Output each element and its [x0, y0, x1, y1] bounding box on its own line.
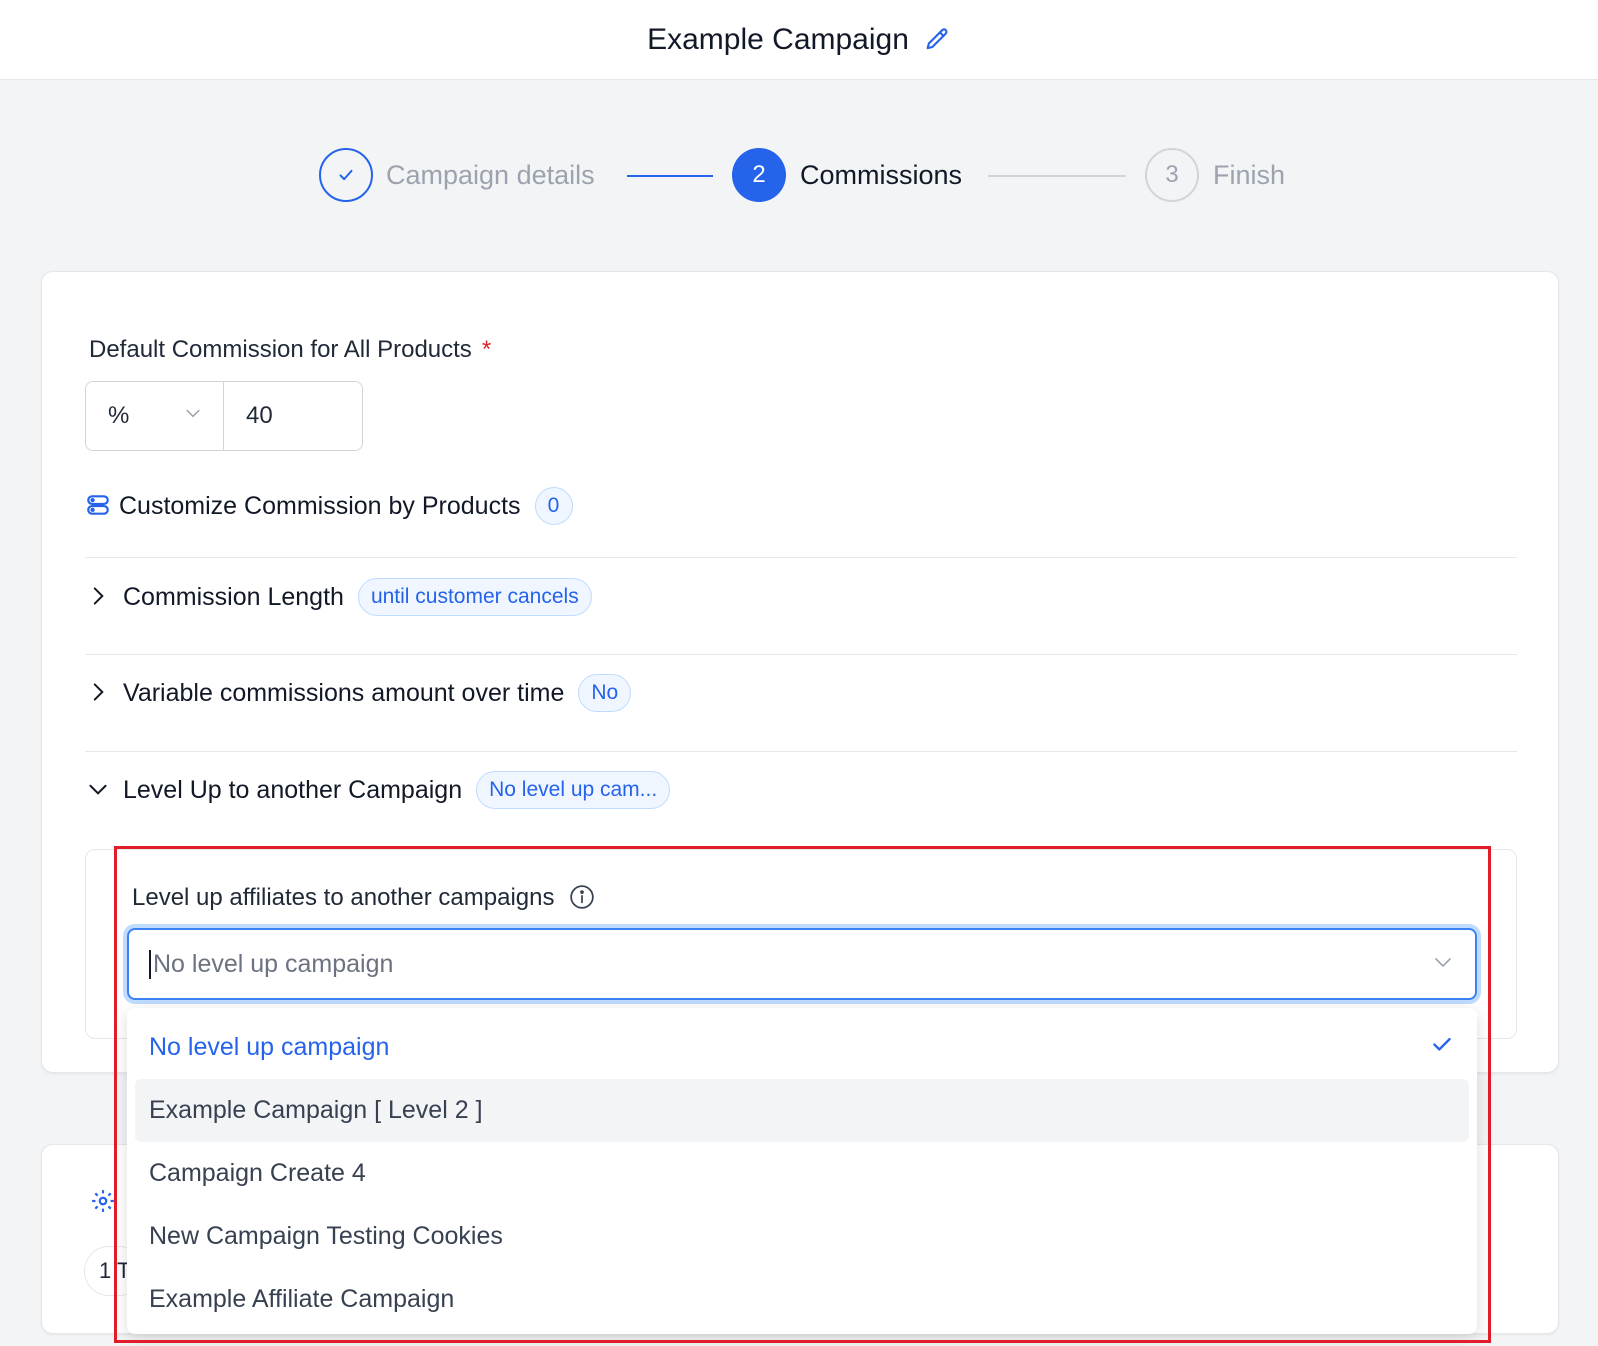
commission-length-label: Commission Length — [123, 582, 344, 611]
chevron-right-icon — [85, 583, 113, 611]
customize-by-products-row[interactable]: Customize Commission by Products 0 — [85, 487, 573, 525]
divider — [85, 751, 1517, 752]
pencil-icon[interactable] — [923, 26, 951, 54]
divider — [85, 557, 1517, 558]
step-2-number[interactable]: 2 — [732, 148, 786, 202]
info-icon[interactable] — [569, 884, 597, 912]
top-bar: Example Campaign — [0, 0, 1598, 80]
dropdown-option[interactable]: Campaign Create 4 — [135, 1142, 1469, 1205]
chevron-down-icon — [183, 402, 203, 430]
default-commission-label: Default Commission for All Products * — [89, 336, 492, 363]
variable-commissions-badge: No — [578, 674, 632, 712]
chevron-down-icon — [85, 776, 113, 804]
dropdown-option[interactable]: No level up campaign — [135, 1016, 1469, 1079]
level-up-row[interactable]: Level Up to another Campaign No level up… — [85, 771, 671, 809]
level-up-label: Level Up to another Campaign — [123, 775, 463, 804]
level-up-dropdown-menu: No level up campaign Example Campaign [ … — [127, 1008, 1477, 1334]
level-up-select-placeholder: No level up campaign — [149, 949, 393, 979]
commission-unit-value: % — [108, 402, 130, 429]
chevron-right-icon — [85, 679, 113, 707]
customize-by-products-label: Customize Commission by Products — [119, 491, 521, 520]
commission-length-badge: until customer cancels — [357, 578, 592, 616]
chevron-down-icon — [1431, 950, 1455, 979]
commission-value-input[interactable]: 40 — [224, 382, 362, 450]
divider — [85, 654, 1517, 655]
default-commission-input-group: % 40 — [85, 381, 363, 451]
step-3-label[interactable]: Finish — [1213, 160, 1285, 191]
stepper: Campaign details 2 Commissions 3 Finish — [0, 148, 1598, 204]
step-1-check-icon[interactable] — [319, 148, 373, 202]
check-icon — [1429, 1031, 1455, 1064]
level-up-field-label: Level up affiliates to another campaigns — [132, 884, 597, 912]
step-1-label[interactable]: Campaign details — [386, 160, 595, 191]
variable-commissions-row[interactable]: Variable commissions amount over time No — [85, 674, 632, 712]
step-2-label[interactable]: Commissions — [800, 160, 962, 191]
page-title: Example Campaign — [647, 22, 909, 56]
gear-icon — [90, 1188, 118, 1216]
step-3-number[interactable]: 3 — [1145, 148, 1199, 202]
dropdown-option[interactable]: Example Affiliate Campaign — [135, 1268, 1469, 1331]
level-up-badge: No level up cam... — [476, 771, 671, 809]
variable-commissions-label: Variable commissions amount over time — [123, 678, 565, 707]
dropdown-option[interactable]: New Campaign Testing Cookies — [135, 1205, 1469, 1268]
commission-unit-select[interactable]: % — [86, 382, 224, 450]
level-up-campaign-select[interactable]: No level up campaign — [127, 928, 1477, 1000]
commission-length-row[interactable]: Commission Length until customer cancels — [85, 578, 592, 616]
dropdown-option[interactable]: Example Campaign [ Level 2 ] — [135, 1079, 1469, 1142]
customize-list-icon — [85, 492, 113, 520]
required-mark: * — [481, 336, 492, 363]
step-connector-2 — [988, 175, 1126, 177]
step-connector-1 — [627, 175, 713, 177]
customize-count-badge: 0 — [534, 487, 573, 525]
